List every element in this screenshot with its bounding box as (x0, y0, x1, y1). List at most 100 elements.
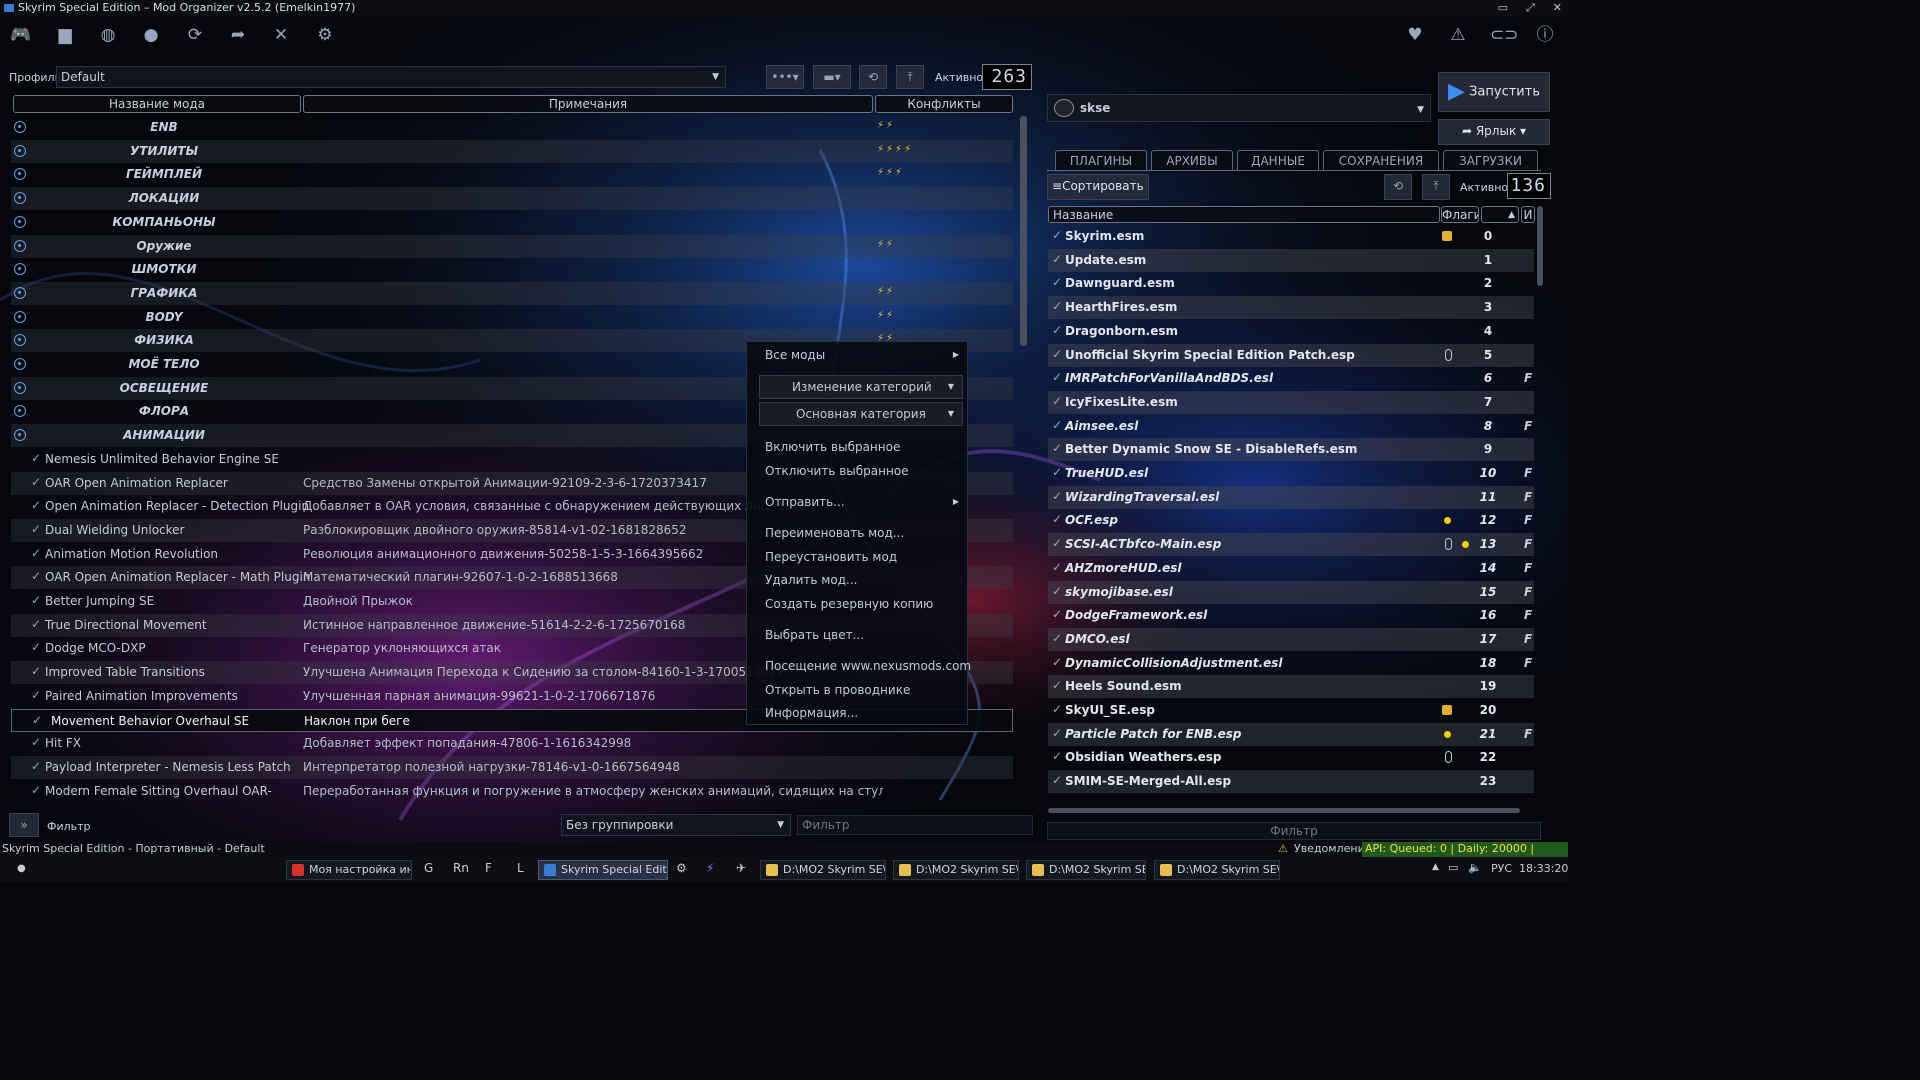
col-header-conflicts[interactable]: Конфликты (875, 95, 1013, 113)
plugin-list-scrollbar[interactable] (1537, 206, 1543, 286)
mod-row[interactable]: ✓ Modern Female Sitting Overhaul OAR- Пере… (11, 780, 1013, 803)
more-options-button[interactable]: •••▾ (766, 65, 804, 89)
plugin-row[interactable]: ✓ Obsidian Weathers.esp 22 (1048, 746, 1534, 769)
start-icon[interactable]: ● (17, 863, 26, 874)
plugin-row[interactable]: ✓ Dawnguard.esm 2 (1048, 272, 1534, 295)
menu-send-to[interactable]: Отправить... (765, 495, 845, 509)
shortcut-button[interactable]: ➦ Ярлык ▾ (1438, 119, 1550, 145)
plugin-enabled-checkbox[interactable]: ✓ (1052, 370, 1062, 384)
tab-archives[interactable]: АРХИВЫ (1151, 150, 1233, 170)
separator-row[interactable]: ENB ⚡⚡ (11, 116, 1013, 139)
settings-icon[interactable]: ⚙ (314, 24, 336, 46)
network-icon[interactable]: ▭ (1448, 861, 1458, 874)
mod-enabled-checkbox[interactable]: ✓ (31, 640, 41, 654)
plugin-row[interactable]: ✓ Unofficial Skyrim Special Edition Patch… (1048, 343, 1534, 367)
taskbar-window-button[interactable]: D:\MO2 Skyrim SE\st... (893, 860, 1019, 880)
plugin-enabled-checkbox[interactable]: ✓ (1052, 631, 1062, 645)
menu-create-backup[interactable]: Создать резервную копию (765, 597, 933, 611)
plugin-row[interactable]: ✓ DMCO.esl 17 F (1048, 627, 1534, 651)
menu-choose-color[interactable]: Выбрать цвет... (765, 628, 864, 642)
menu-visit-nexus[interactable]: Посещение www.nexusmods.com (765, 659, 971, 673)
quick-launch-g[interactable]: G (424, 861, 433, 875)
plugin-enabled-checkbox[interactable]: ✓ (1052, 323, 1062, 337)
maximize-button[interactable]: ⤢ (1526, 0, 1535, 16)
mod-enabled-checkbox[interactable]: ✓ (31, 451, 41, 465)
language-indicator[interactable]: РУС (1491, 862, 1512, 875)
tab-data[interactable]: ДАННЫЕ (1237, 150, 1319, 170)
notifications-label[interactable]: Уведомления (1294, 842, 1371, 855)
app-icon[interactable]: ⚙ (676, 861, 687, 875)
separator-row[interactable]: КОМПАНЬОНЫ (11, 211, 1013, 234)
plugin-enabled-checkbox[interactable]: ✓ (1052, 275, 1062, 289)
plugin-enabled-checkbox[interactable]: ✓ (1052, 678, 1062, 692)
tab-plugins[interactable]: ПЛАГИНЫ (1055, 150, 1147, 170)
warning-icon[interactable]: ⚠ (1447, 24, 1469, 46)
plugin-row[interactable]: ✓ WizardingTraversal.esl 11 F (1048, 485, 1534, 509)
mod-enabled-checkbox[interactable]: ✓ (31, 664, 41, 678)
taskbar-window-button[interactable]: Skyrim Special Editio... (538, 860, 668, 880)
expand-filters-button[interactable]: » (9, 813, 39, 837)
separator-row[interactable]: ГРАФИКА ⚡⚡ (11, 281, 1013, 305)
plugin-enabled-checkbox[interactable]: ✓ (1052, 252, 1062, 266)
plugin-row[interactable]: ✓ SkyUI_SE.esp 20 (1048, 699, 1534, 722)
volume-icon[interactable]: 🔈 (1468, 861, 1482, 874)
minimize-button[interactable]: ▭ (1498, 0, 1508, 16)
mod-enabled-checkbox[interactable]: ✓ (31, 593, 41, 607)
mod-enabled-checkbox[interactable]: ✓ (31, 522, 41, 536)
sort-button[interactable]: ≡Сортировать (1047, 174, 1149, 200)
app-icon[interactable]: ⚡ (706, 861, 714, 875)
plugin-row[interactable]: ✓ IMRPatchForVanillaAndBDS.esl 6 F (1048, 367, 1534, 390)
separator-row[interactable]: Оружие ⚡⚡ (11, 234, 1013, 258)
plugin-row[interactable]: ✓ Aimsee.esl 8 F (1048, 415, 1534, 438)
mod-enabled-checkbox[interactable]: ✓ (31, 688, 41, 702)
separator-row[interactable]: ШМОТКИ (11, 258, 1013, 281)
mod-enabled-checkbox[interactable]: ✓ (31, 569, 41, 583)
plugin-enabled-checkbox[interactable]: ✓ (1052, 536, 1062, 550)
taskbar-window-button[interactable]: D:\MO2 Skyrim SE\st... (1154, 860, 1280, 880)
plugin-row[interactable]: ✓ AHZmoreHUD.esl 14 F (1048, 557, 1534, 580)
quick-launch-rn[interactable]: Rn (453, 861, 469, 875)
plugin-enabled-checkbox[interactable]: ✓ (1052, 773, 1062, 787)
mod-row[interactable]: ✓ Payload Interpreter - Nemesis Less Patc… (11, 755, 1013, 779)
plugin-row[interactable]: ✓ DynamicCollisionAdjustment.esl 18 F (1048, 652, 1534, 675)
mod-list-scrollbar[interactable] (1020, 116, 1027, 346)
refresh-icon[interactable]: ⟳ (184, 24, 206, 46)
heart-icon[interactable]: ♥ (1404, 24, 1426, 46)
menu-open-explorer[interactable]: Открыть в проводнике (765, 683, 910, 697)
mod-enabled-checkbox[interactable]: ✓ (31, 735, 41, 749)
plugin-enabled-checkbox[interactable]: ✓ (1052, 228, 1062, 242)
plugin-enabled-checkbox[interactable]: ✓ (1052, 655, 1062, 669)
plugin-list-hscrollbar[interactable] (1048, 808, 1520, 813)
mod-enabled-checkbox[interactable]: ✓ (31, 546, 41, 560)
gamepad-icon[interactable]: 🎮 (10, 24, 32, 46)
backup-plugins-button[interactable]: ⤒ (1422, 174, 1450, 200)
plugin-enabled-checkbox[interactable]: ✓ (1052, 560, 1062, 574)
plugin-enabled-checkbox[interactable]: ✓ (1052, 299, 1062, 313)
plugin-enabled-checkbox[interactable]: ✓ (1052, 726, 1062, 740)
share-icon[interactable]: ➦ (227, 24, 249, 46)
plugin-enabled-checkbox[interactable]: ✓ (1052, 512, 1062, 526)
taskbar-window-button[interactable]: D:\MO2 Skyrim SE\st... (760, 860, 886, 880)
tools-icon[interactable]: ✕ (270, 24, 292, 46)
col-header-flags[interactable]: Флаги (1441, 206, 1479, 223)
plugin-enabled-checkbox[interactable]: ✓ (1052, 441, 1062, 455)
plugin-row[interactable]: ✓ Dragonborn.esm 4 (1048, 320, 1534, 343)
menu-information[interactable]: Информация... (765, 706, 858, 720)
plugin-enabled-checkbox[interactable]: ✓ (1052, 418, 1062, 432)
menu-remove-mod[interactable]: Удалить мод... (765, 573, 857, 587)
plugin-enabled-checkbox[interactable]: ✓ (1052, 702, 1062, 716)
col-header-mod-name[interactable]: Название мода (13, 95, 301, 113)
menu-primary-category[interactable]: Основная категория ▼ (759, 402, 963, 426)
tab-downloads[interactable]: ЗАГРУЗКИ (1443, 150, 1538, 170)
close-button[interactable]: ✕ (1553, 0, 1562, 16)
executable-select[interactable]: skse ▼ (1047, 94, 1431, 122)
plugin-row[interactable]: ✓ skymojibase.esl 15 F (1048, 580, 1534, 604)
plugin-row[interactable]: ✓ Particle Patch for ENB.esp 21 F (1048, 722, 1534, 746)
plugin-enabled-checkbox[interactable]: ✓ (1052, 584, 1062, 598)
plugin-enabled-checkbox[interactable]: ✓ (1052, 749, 1062, 763)
plugin-row[interactable]: ✓ IcyFixesLite.esm 7 (1048, 390, 1534, 414)
restore-backup-button[interactable]: ⟲ (859, 65, 887, 89)
tab-saves[interactable]: СОХРАНЕНИЯ (1323, 150, 1439, 170)
plugin-filter-input[interactable] (1047, 822, 1541, 840)
plugin-row[interactable]: ✓ Heels Sound.esm 19 (1048, 675, 1534, 699)
